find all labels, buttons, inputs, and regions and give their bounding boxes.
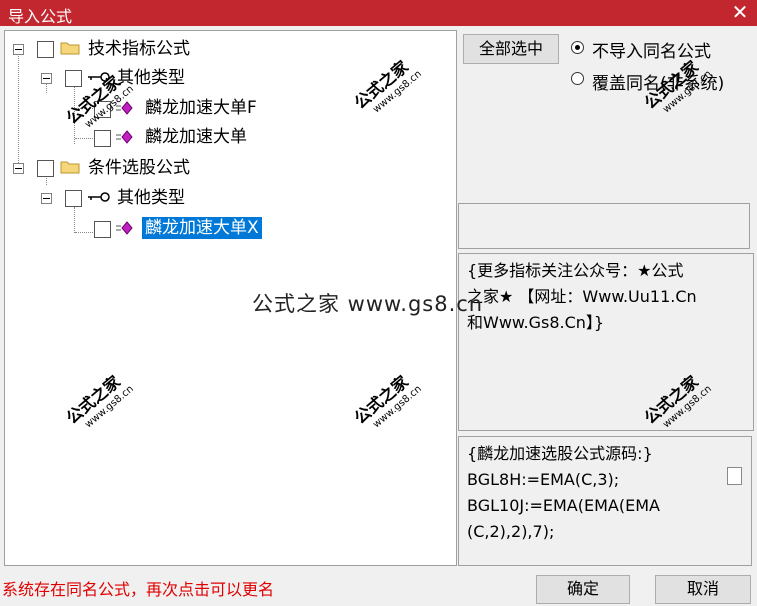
key-icon	[88, 192, 110, 202]
source-line: (C,2),2),7);	[467, 522, 555, 541]
tree-node-formula-selected[interactable]: 麟龙加速大单X	[5, 217, 305, 239]
tree-node-label: 其他类型	[117, 188, 185, 208]
ok-button[interactable]: 确定	[536, 575, 630, 604]
tree-node-label: 其他类型	[117, 68, 185, 88]
folder-icon	[60, 161, 80, 174]
source-line: BGL8H:=EMA(C,3);	[467, 470, 620, 489]
overwrite-radio[interactable]	[571, 72, 584, 85]
title-bar: 导入公式 ✕	[0, 0, 757, 26]
checkbox[interactable]	[37, 41, 54, 58]
collapse-icon[interactable]	[13, 163, 24, 174]
tree-node-label: 条件选股公式	[88, 158, 190, 178]
checkbox[interactable]	[94, 221, 111, 238]
key-icon	[88, 72, 110, 82]
window-title: 导入公式	[8, 7, 73, 26]
tree-node-label: 麟龙加速大单F	[145, 98, 257, 118]
checkbox[interactable]	[65, 190, 82, 207]
formula-gem-icon	[116, 101, 133, 115]
empty-field	[458, 203, 750, 249]
source-line: BGL10J:=EMA(EMA(EMA	[467, 496, 660, 515]
source-line: {麟龙加速选股公式源码:}	[467, 444, 653, 463]
info-panel: {更多指标关注公众号：★公式 之家★ 【网址：Www.Uu11.Cn 和Www.…	[458, 253, 754, 431]
tree-node-formula[interactable]: 麟龙加速大单	[5, 126, 305, 148]
close-icon[interactable]: ✕	[729, 1, 751, 23]
formula-gem-icon	[116, 130, 133, 144]
collapse-icon[interactable]	[13, 44, 24, 55]
tree-node-technical-indicators[interactable]: 技术指标公式	[5, 38, 265, 60]
tree-node-other-types[interactable]: 其他类型	[5, 67, 265, 89]
tree-node-screening-formulas[interactable]: 条件选股公式	[5, 157, 265, 179]
source-panel: {麟龙加速选股公式源码:} BGL8H:=EMA(C,3); BGL10J:=E…	[458, 436, 752, 566]
info-line: 之家★ 【网址：Www.Uu11.Cn	[467, 287, 697, 306]
collapse-icon[interactable]	[41, 73, 52, 84]
checkbox[interactable]	[65, 70, 82, 87]
scroll-indicator[interactable]	[727, 467, 742, 485]
no-import-radio[interactable]	[571, 41, 584, 54]
tree-node-label: 技术指标公式	[88, 39, 190, 59]
tree-node-label: 麟龙加速大单	[145, 127, 247, 147]
formula-gem-icon	[116, 221, 133, 235]
checkbox[interactable]	[94, 130, 111, 147]
tree-node-other-types[interactable]: 其他类型	[5, 187, 265, 209]
overwrite-label: 覆盖同名(非系统)	[592, 74, 725, 94]
folder-icon	[60, 42, 80, 55]
info-line: 和Www.Gs8.Cn】}	[467, 313, 605, 332]
collapse-icon[interactable]	[41, 193, 52, 204]
tree-node-label: 麟龙加速大单X	[142, 217, 262, 239]
checkbox[interactable]	[37, 160, 54, 177]
status-message: 系统存在同名公式，再次点击可以更名	[2, 580, 275, 599]
cancel-button[interactable]: 取消	[655, 575, 751, 604]
formula-tree[interactable]: 技术指标公式 其他类型 麟龙加速大单F 麟龙加速大单 条件选股公式 其他类型 麟…	[4, 30, 457, 566]
select-all-button[interactable]: 全部选中	[463, 34, 559, 64]
info-line: {更多指标关注公众号：★公式	[467, 261, 684, 280]
checkbox[interactable]	[94, 101, 111, 118]
no-import-label: 不导入同名公式	[592, 42, 711, 62]
tree-node-formula[interactable]: 麟龙加速大单F	[5, 97, 305, 119]
